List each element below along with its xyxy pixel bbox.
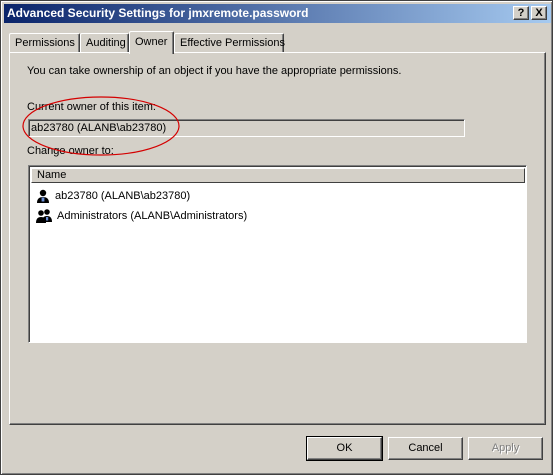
tab-auditing[interactable]: Auditing	[80, 33, 129, 53]
apply-button[interactable]: Apply	[468, 437, 543, 460]
close-button[interactable]: X	[531, 6, 547, 20]
change-owner-list[interactable]: Name ab23780 (ALANB\ab23780) Administrat…	[28, 165, 527, 343]
ok-button[interactable]: OK	[306, 436, 383, 461]
owner-tab-panel: You can take ownership of an object if y…	[9, 52, 546, 425]
cancel-button[interactable]: Cancel	[388, 437, 463, 460]
current-owner-label: Current owner of this item:	[27, 101, 156, 113]
title-bar[interactable]: Advanced Security Settings for jmxremote…	[4, 4, 551, 23]
tab-permissions[interactable]: Permissions	[9, 33, 80, 53]
list-item-label: Administrators (ALANB\Administrators)	[57, 210, 248, 222]
help-button[interactable]: ?	[513, 6, 529, 20]
tab-owner[interactable]: Owner	[129, 31, 174, 54]
current-owner-field[interactable]: ab23780 (ALANB\ab23780)	[28, 119, 465, 137]
tab-effective-permissions[interactable]: Effective Permissions	[174, 33, 285, 53]
list-item-label: ab23780 (ALANB\ab23780)	[55, 190, 191, 202]
user-icon	[37, 189, 49, 203]
list-item[interactable]: ab23780 (ALANB\ab23780)	[35, 187, 190, 205]
group-icon	[36, 209, 52, 223]
change-owner-label: Change owner to:	[27, 145, 114, 157]
window-title: Advanced Security Settings for jmxremote…	[7, 6, 309, 20]
column-header-name[interactable]: Name	[31, 168, 525, 183]
dialog-window: Advanced Security Settings for jmxremote…	[0, 0, 553, 475]
intro-text: You can take ownership of an object if y…	[27, 65, 402, 77]
list-item[interactable]: Administrators (ALANB\Administrators)	[35, 207, 247, 225]
